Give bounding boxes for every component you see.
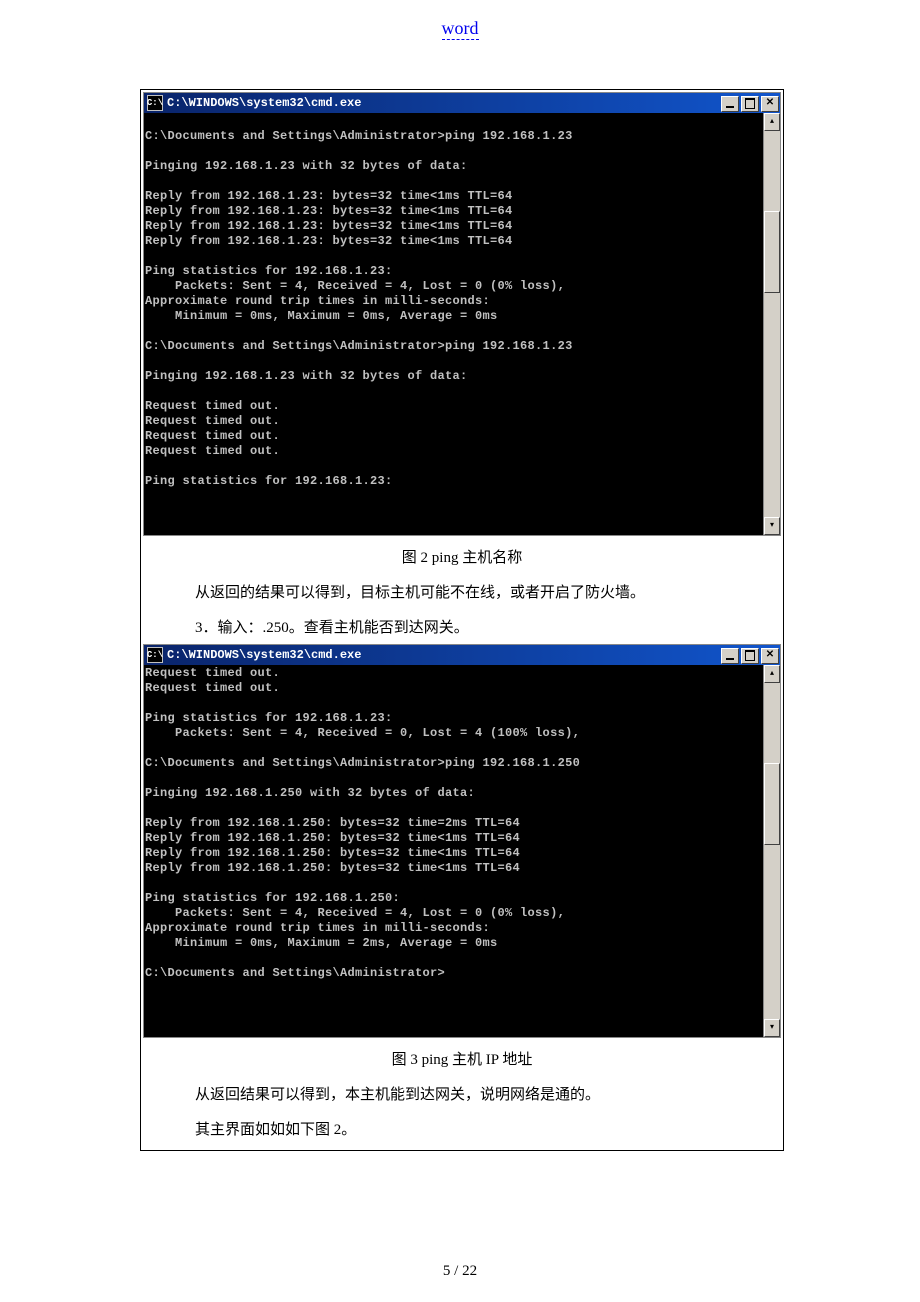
- header-link[interactable]: word: [442, 18, 479, 40]
- cmd-client-area: Request timed out. Request timed out. Pi…: [144, 665, 780, 1037]
- scroll-thumb[interactable]: [764, 763, 780, 845]
- window-title: C:\WINDOWS\system32\cmd.exe: [167, 648, 719, 662]
- window-title: C:\WINDOWS\system32\cmd.exe: [167, 96, 719, 110]
- window-buttons: ✕: [719, 94, 779, 112]
- scroll-down-button[interactable]: ▾: [764, 517, 780, 535]
- scroll-up-button[interactable]: ▴: [764, 665, 780, 683]
- window-buttons: ✕: [719, 646, 779, 664]
- cmd-client-area: C:\Documents and Settings\Administrator>…: [144, 113, 780, 535]
- cmd-output: Request timed out. Request timed out. Pi…: [144, 665, 763, 1037]
- close-button[interactable]: ✕: [761, 648, 779, 664]
- titlebar: C:\ C:\WINDOWS\system32\cmd.exe ✕: [144, 93, 780, 113]
- maximize-button[interactable]: [741, 96, 759, 112]
- maximize-button[interactable]: [741, 648, 759, 664]
- scroll-thumb[interactable]: [764, 211, 780, 293]
- document-page: word C:\ C:\WINDOWS\system32\cmd.exe ✕ C…: [0, 0, 920, 1302]
- cmd-output: C:\Documents and Settings\Administrator>…: [144, 113, 763, 535]
- minimize-button[interactable]: [721, 96, 739, 112]
- paragraph: 其主界面如如如下图 2。: [165, 1116, 783, 1145]
- scroll-down-button[interactable]: ▾: [764, 1019, 780, 1037]
- paragraph-step-3: 3．输入：.250。查看主机能否到达网关。: [165, 614, 783, 643]
- vertical-scrollbar[interactable]: ▴ ▾: [763, 665, 780, 1037]
- close-button[interactable]: ✕: [761, 96, 779, 112]
- content-frame: C:\ C:\WINDOWS\system32\cmd.exe ✕ C:\Doc…: [140, 89, 784, 1151]
- scroll-up-button[interactable]: ▴: [764, 113, 780, 131]
- minimize-button[interactable]: [721, 648, 739, 664]
- figure-caption-2: 图 2 ping 主机名称: [141, 546, 783, 567]
- paragraph: 从返回的结果可以得到，目标主机可能不在线，或者开启了防火墙。: [165, 579, 783, 608]
- scroll-track[interactable]: [764, 683, 780, 1019]
- cmd-window-fig3: C:\ C:\WINDOWS\system32\cmd.exe ✕ Reques…: [143, 644, 781, 1038]
- page-number: 5 / 22: [0, 1263, 920, 1280]
- vertical-scrollbar[interactable]: ▴ ▾: [763, 113, 780, 535]
- page-header: word: [0, 0, 920, 89]
- figure-caption-3: 图 3 ping 主机 IP 地址: [141, 1048, 783, 1069]
- cmd-icon: C:\: [147, 647, 163, 663]
- titlebar: C:\ C:\WINDOWS\system32\cmd.exe ✕: [144, 645, 780, 665]
- paragraph: 从返回结果可以得到，本主机能到达网关，说明网络是通的。: [165, 1081, 783, 1110]
- scroll-track[interactable]: [764, 131, 780, 517]
- cmd-window-fig2: C:\ C:\WINDOWS\system32\cmd.exe ✕ C:\Doc…: [143, 92, 781, 536]
- cmd-icon: C:\: [147, 95, 163, 111]
